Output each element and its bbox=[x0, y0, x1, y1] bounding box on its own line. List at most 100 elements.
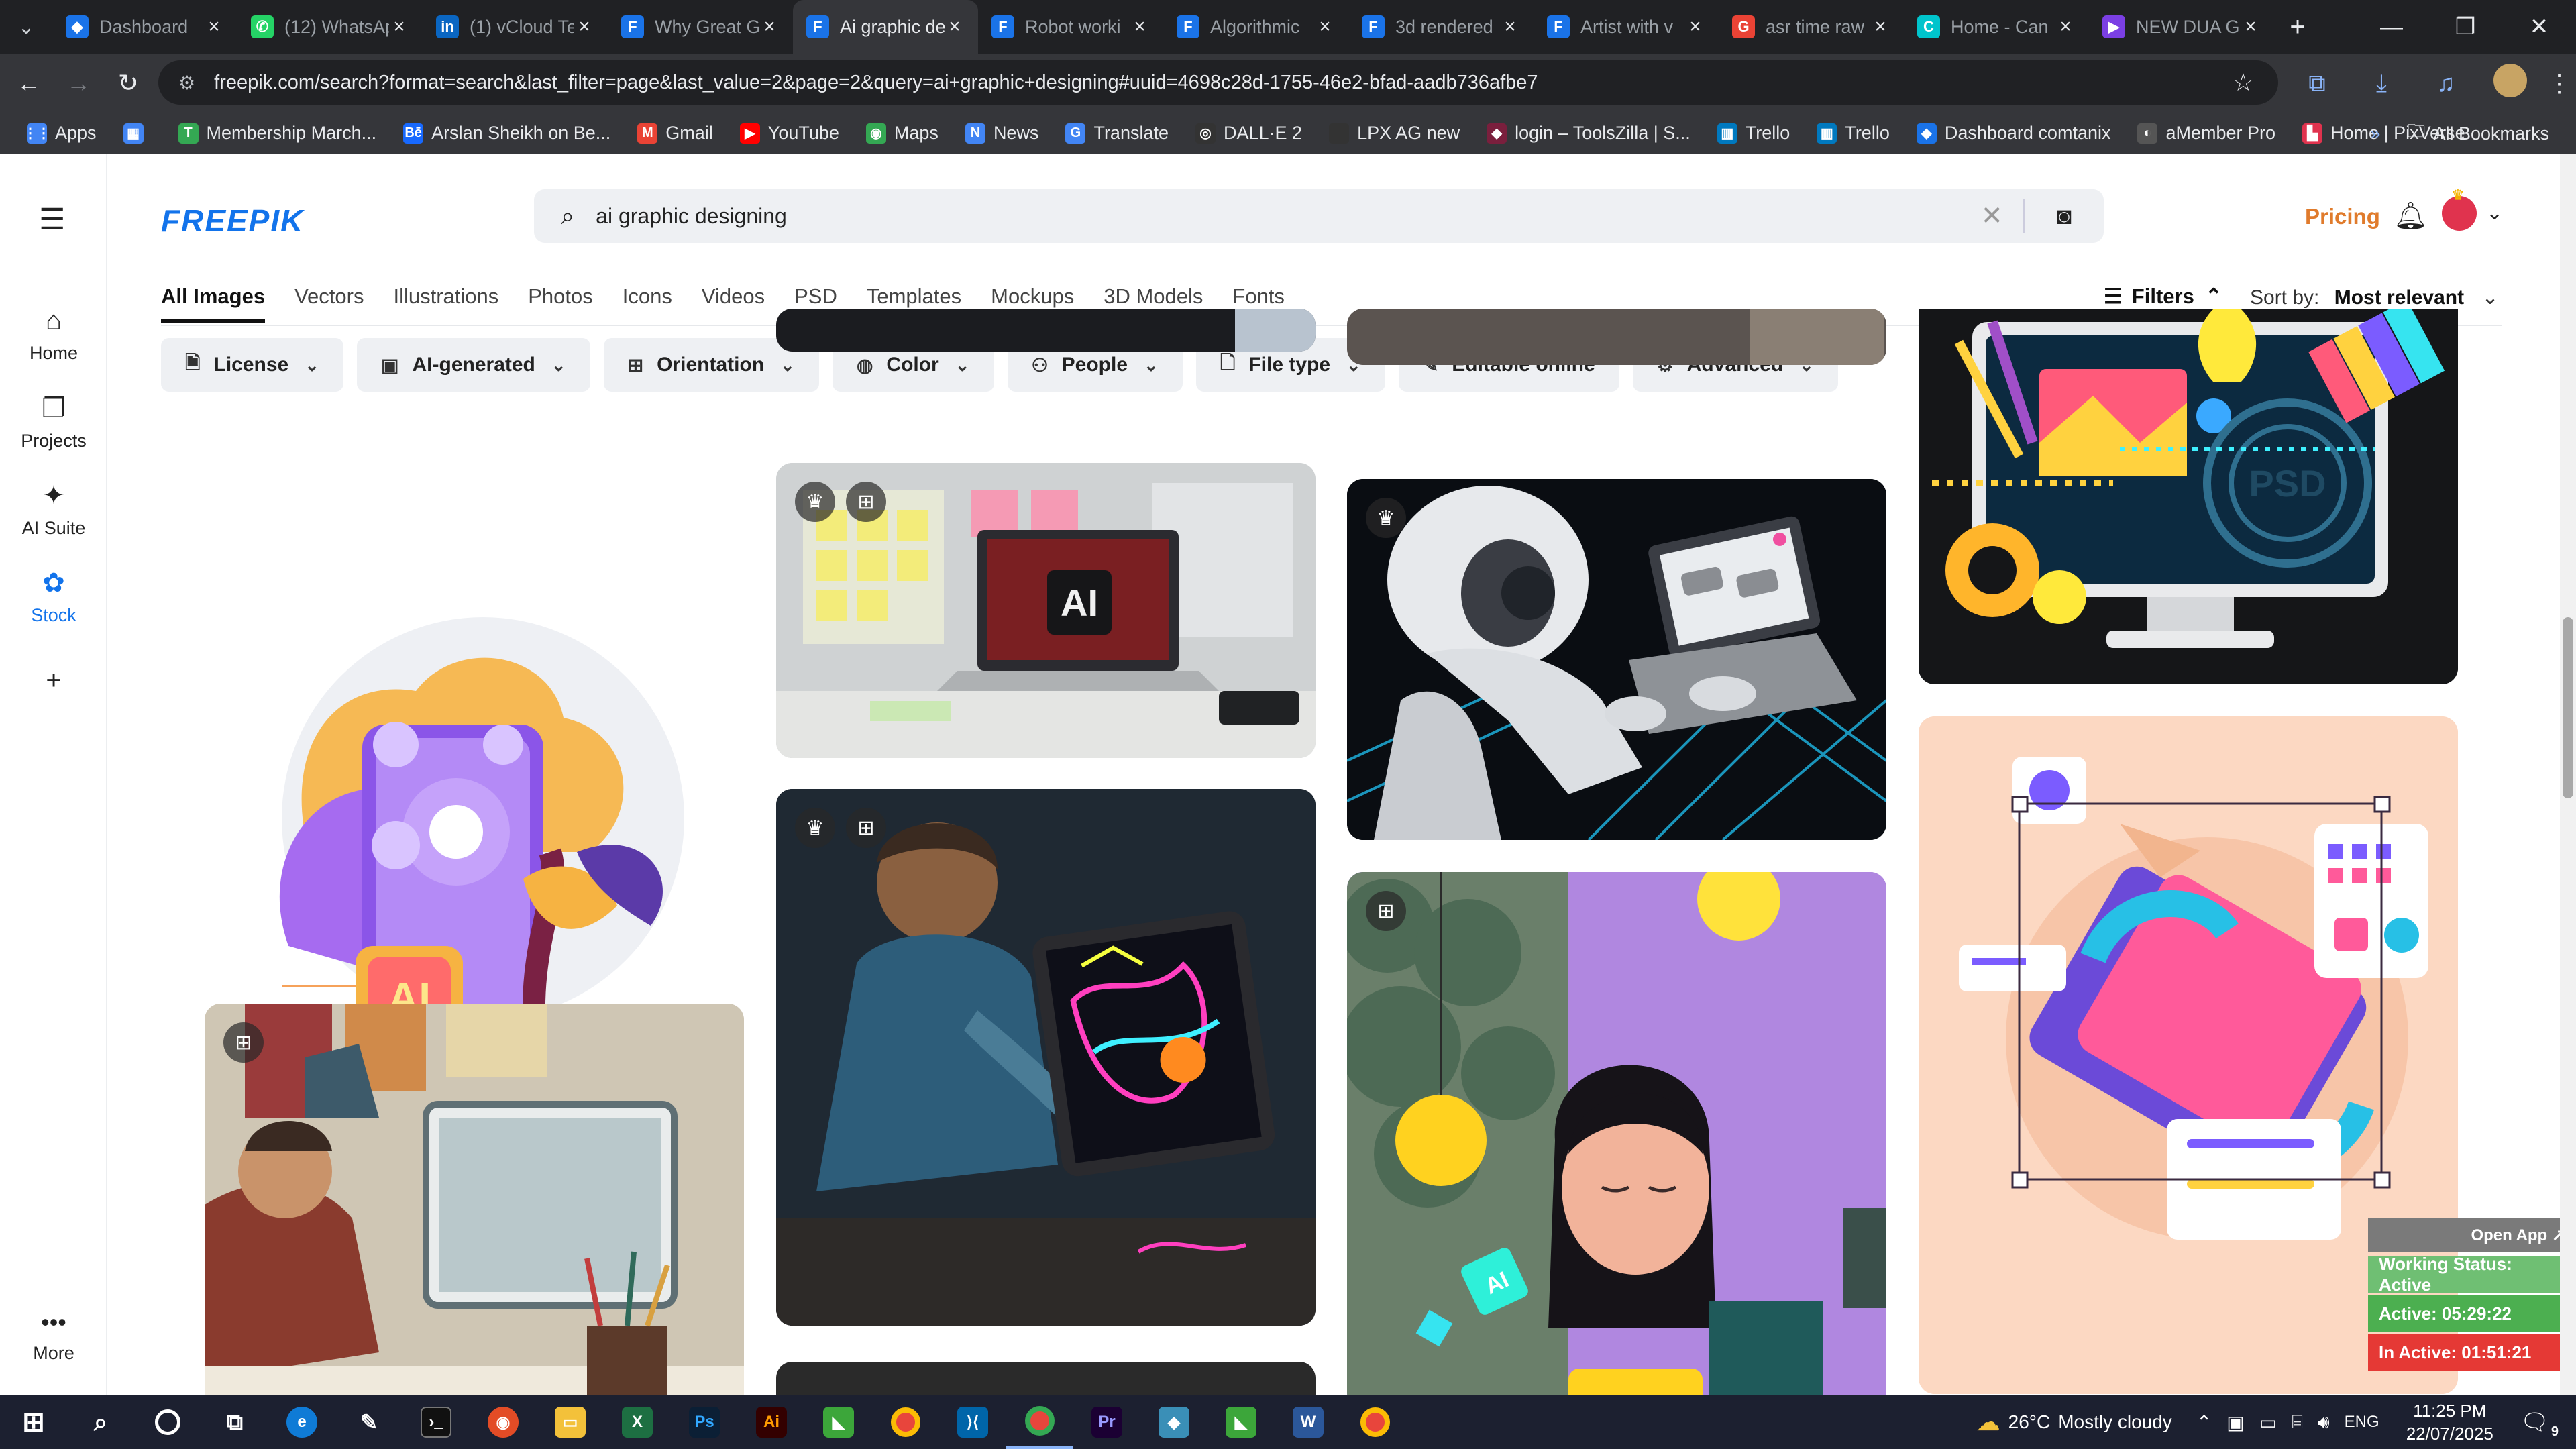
result-image-man-at-desk[interactable]: ⊞ bbox=[205, 1004, 744, 1395]
browser-tab[interactable]: F 3d rendered × bbox=[1348, 0, 1534, 54]
result-image-top-crop-col3[interactable] bbox=[1347, 309, 1886, 365]
excel-icon[interactable]: X bbox=[604, 1395, 671, 1449]
battery-icon[interactable]: ▭ bbox=[2259, 1411, 2277, 1434]
bookmarks-overflow-icon[interactable]: » bbox=[2370, 123, 2380, 144]
browser-tab[interactable]: F Why Great G × bbox=[608, 0, 793, 54]
open-app-button[interactable]: Open App ↗ bbox=[2368, 1218, 2576, 1252]
page-scrollbar[interactable] bbox=[2560, 154, 2576, 1395]
close-tab-icon[interactable]: × bbox=[1500, 15, 1520, 38]
search-icon[interactable]: ⌕ bbox=[67, 1395, 134, 1449]
chrome-icon[interactable] bbox=[872, 1395, 939, 1449]
bookmark-item[interactable]: T Membership March... bbox=[178, 123, 376, 144]
close-window-button[interactable]: ✕ bbox=[2502, 0, 2576, 54]
browser-tab[interactable]: C Home - Can × bbox=[1904, 0, 2089, 54]
browser-tab[interactable]: in (1) vCloud Te × bbox=[423, 0, 608, 54]
edge-icon[interactable]: e bbox=[268, 1395, 335, 1449]
network-icon[interactable]: ⌸ bbox=[2292, 1411, 2303, 1434]
result-image-girl-ai-lamps[interactable]: AI ⊞ bbox=[1347, 872, 1886, 1395]
bookmark-item[interactable]: ◆ Dashboard comtanix bbox=[1916, 123, 2110, 144]
premiere-icon[interactable]: Pr bbox=[1073, 1395, 1140, 1449]
close-tab-icon[interactable]: × bbox=[1685, 15, 1705, 38]
vscode-icon[interactable]: ⟩⟨ bbox=[939, 1395, 1006, 1449]
close-tab-icon[interactable]: × bbox=[759, 15, 780, 38]
filter-pill[interactable]: 🗎 License ⌄ bbox=[161, 338, 344, 392]
close-tab-icon[interactable]: × bbox=[2055, 15, 2076, 38]
nav-home[interactable]: ⌂ Home bbox=[0, 306, 107, 364]
file-explorer-icon[interactable]: ▭ bbox=[537, 1395, 604, 1449]
result-image-psd-monitor[interactable]: PSD bbox=[1919, 309, 2458, 684]
bookmark-item[interactable]: N News bbox=[965, 123, 1038, 144]
start-button[interactable]: ⊞ bbox=[0, 1395, 67, 1449]
bookmark-item[interactable]: ⋮⋮ Apps bbox=[23, 123, 97, 144]
close-tab-icon[interactable]: × bbox=[1130, 15, 1150, 38]
close-tab-icon[interactable]: × bbox=[1315, 15, 1335, 38]
browser-tab[interactable]: G asr time raw × bbox=[1719, 0, 1904, 54]
result-image-laptop-sticky-notes[interactable]: AI ♛ ⊞ bbox=[776, 463, 1316, 758]
new-tab-button[interactable]: + bbox=[2274, 12, 2321, 42]
close-tab-icon[interactable]: × bbox=[2241, 15, 2261, 38]
tray-chevron-up-icon[interactable]: ⌃ bbox=[2196, 1411, 2212, 1434]
browser-tab[interactable]: F Ai graphic de × bbox=[793, 0, 978, 54]
bookmark-item[interactable]: ◎ DALL·E 2 bbox=[1195, 123, 1302, 144]
language-indicator[interactable]: ENG bbox=[2345, 1413, 2379, 1432]
task-view-icon[interactable]: ⧉ bbox=[201, 1395, 268, 1449]
filter-pill[interactable]: ▣ AI-generated ⌄ bbox=[357, 338, 590, 392]
profile-avatar[interactable] bbox=[2478, 63, 2542, 103]
nav-projects[interactable]: ❐ Projects bbox=[0, 393, 107, 451]
bookmark-item[interactable]: ▥ Trello bbox=[1717, 123, 1790, 144]
notification-bell-icon[interactable]: 🔔︎ bbox=[2394, 200, 2428, 231]
weather-icon[interactable]: ☁ bbox=[1976, 1408, 2000, 1436]
result-image-bottom-crop-col2[interactable] bbox=[776, 1362, 1316, 1395]
category-tab[interactable]: Videos bbox=[702, 284, 765, 323]
app-red-icon[interactable]: ◉ bbox=[470, 1395, 537, 1449]
url-field[interactable]: ⚙ freepik.com/search?format=search&last_… bbox=[158, 60, 2278, 105]
volume-icon[interactable]: 🔊︎ bbox=[2318, 1411, 2330, 1434]
category-tab[interactable]: Photos bbox=[528, 284, 593, 323]
close-tab-icon[interactable]: × bbox=[1870, 15, 1890, 38]
browser-tab[interactable]: F Artist with v × bbox=[1534, 0, 1719, 54]
all-bookmarks[interactable]: » 🗀 All Bookmarks bbox=[2370, 113, 2549, 154]
browser-menu-icon[interactable]: ⋮ bbox=[2542, 69, 2576, 97]
weather-text[interactable]: Mostly cloudy bbox=[2058, 1411, 2172, 1433]
chevron-down-icon[interactable]: ⌄ bbox=[2486, 201, 2503, 225]
bookmark-item[interactable]: ▶ YouTube bbox=[739, 123, 839, 144]
download-icon[interactable]: ⤓ bbox=[2349, 69, 2414, 98]
reload-button[interactable]: ↻ bbox=[103, 69, 153, 97]
close-tab-icon[interactable]: × bbox=[945, 15, 965, 38]
clock[interactable]: 11:25 PM 22/07/2025 bbox=[2406, 1399, 2493, 1445]
tab-search-menu[interactable]: ⌄ bbox=[0, 0, 52, 54]
browser-tab[interactable]: ✆ (12) WhatsApp × bbox=[237, 0, 423, 54]
word-icon[interactable]: W bbox=[1275, 1395, 1342, 1449]
close-tab-icon[interactable]: × bbox=[389, 15, 409, 38]
bookmark-item[interactable]: ◐ aMember Pro bbox=[2137, 123, 2275, 144]
close-tab-icon[interactable]: × bbox=[204, 15, 224, 38]
app-blue-icon[interactable]: ◆ bbox=[1140, 1395, 1208, 1449]
terminal-icon[interactable]: ›_ bbox=[402, 1395, 470, 1449]
category-tab[interactable]: Illustrations bbox=[393, 284, 498, 323]
bookmark-item[interactable]: M Gmail bbox=[637, 123, 713, 144]
result-image-neon-tablet-artist[interactable]: ♛ ⊞ bbox=[776, 789, 1316, 1326]
nav-stock[interactable]: ✿ Stock bbox=[0, 568, 107, 626]
camera-search-icon[interactable]: ◙ bbox=[2057, 202, 2072, 230]
minimize-button[interactable]: — bbox=[2355, 0, 2428, 54]
bookmark-item[interactable]: Bē Arslan Sheikh on Be... bbox=[403, 123, 610, 144]
nav-ai-suite[interactable]: ✦ AI Suite bbox=[0, 480, 107, 539]
browser-tab[interactable]: F Algorithmic × bbox=[1163, 0, 1348, 54]
category-tab[interactable]: Icons bbox=[623, 284, 672, 323]
clear-search-icon[interactable]: ✕ bbox=[1980, 201, 2003, 231]
weather-temp[interactable]: 26°C bbox=[2008, 1411, 2051, 1433]
close-tab-icon[interactable]: × bbox=[574, 15, 594, 38]
green-app-icon[interactable]: ◣ bbox=[805, 1395, 872, 1449]
site-info-icon[interactable]: ⚙ bbox=[178, 72, 195, 94]
user-avatar[interactable]: ♛ bbox=[2442, 186, 2477, 231]
tray-app-icon[interactable]: ▣ bbox=[2226, 1411, 2244, 1434]
illustrator-icon[interactable]: Ai bbox=[738, 1395, 805, 1449]
cortana-icon[interactable] bbox=[134, 1395, 201, 1449]
browser-tab[interactable]: ▶ NEW DUA G × bbox=[2089, 0, 2274, 54]
sort-dropdown[interactable]: Sort by: Most relevant ⌄ bbox=[2250, 286, 2499, 309]
search-bar[interactable]: ⌕ ai graphic designing ✕ ◙ bbox=[534, 189, 2104, 243]
category-tab[interactable]: All Images bbox=[161, 284, 266, 323]
nav-add[interactable]: + bbox=[0, 665, 107, 702]
media-icon[interactable]: ♫ bbox=[2414, 69, 2478, 97]
bookmark-item[interactable]: ◆ login – ToolsZilla | S... bbox=[1487, 123, 1690, 144]
